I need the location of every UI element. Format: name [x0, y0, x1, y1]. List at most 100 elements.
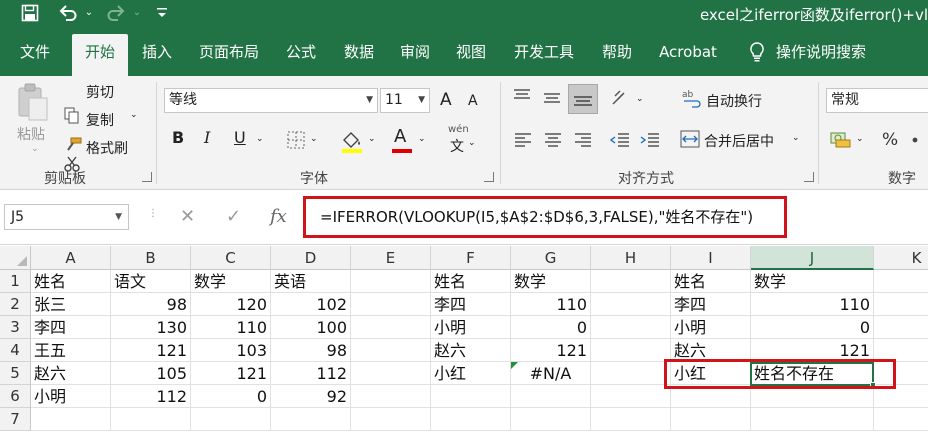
accounting-format-icon[interactable] — [830, 130, 852, 148]
align-top-icon[interactable] — [512, 88, 532, 106]
copy-button[interactable]: 复制 — [86, 110, 114, 130]
tell-me-search[interactable]: 操作说明搜索 — [776, 34, 880, 76]
save-icon[interactable] — [18, 3, 42, 23]
cell-k3[interactable] — [874, 316, 928, 339]
row-header-4[interactable]: 4 — [0, 339, 31, 362]
align-bottom-button[interactable] — [568, 84, 598, 114]
cell-b4[interactable]: 121 — [111, 339, 191, 362]
paste-dropdown-icon[interactable]: ⌄ — [31, 144, 39, 154]
cell-g5[interactable]: #N/A — [511, 362, 591, 385]
wrap-text-button[interactable]: 自动换行 — [706, 91, 762, 111]
copy-dropdown-icon[interactable]: ⌄ — [130, 110, 138, 120]
cell-j1[interactable]: 数学 — [751, 270, 874, 293]
column-header-c[interactable]: C — [191, 246, 271, 270]
tab-insert[interactable]: 插入 — [132, 34, 182, 76]
font-launcher-icon[interactable] — [484, 172, 494, 182]
align-left-icon[interactable] — [514, 132, 532, 148]
cell-k2[interactable] — [874, 293, 928, 316]
column-header-k[interactable]: K — [874, 246, 928, 270]
italic-button[interactable]: I — [204, 128, 210, 147]
font-color-dropdown-icon[interactable]: ⌄ — [418, 134, 426, 144]
cell-i1[interactable]: 姓名 — [671, 270, 751, 293]
cell-g6[interactable] — [511, 385, 591, 408]
name-box[interactable]: J5 ▼ — [4, 204, 129, 230]
column-header-e[interactable]: E — [351, 246, 431, 270]
cell-c1[interactable]: 数学 — [191, 270, 271, 293]
cell-a7[interactable] — [31, 408, 111, 431]
tab-view[interactable]: 视图 — [446, 34, 496, 76]
decrease-indent-icon[interactable] — [610, 132, 630, 148]
phonetic-button[interactable]: 文 — [450, 136, 464, 156]
cell-d3[interactable]: 100 — [271, 316, 351, 339]
tab-data[interactable]: 数据 — [334, 34, 384, 76]
worksheet-grid[interactable]: ABCDEFGHIJK 1234567 姓名 语文 数学 英语 姓名 数学 姓名 数学 张三 98… — [0, 246, 928, 438]
undo-icon[interactable] — [56, 3, 80, 23]
shrink-font-button[interactable]: A — [468, 93, 478, 109]
cell-f3[interactable]: 小明 — [431, 316, 511, 339]
enter-icon[interactable]: ✓ — [226, 206, 241, 227]
paste-button[interactable]: 粘贴 — [14, 82, 50, 143]
cell-a3[interactable]: 李四 — [31, 316, 111, 339]
cell-k1[interactable] — [874, 270, 928, 293]
undo-dropdown-icon[interactable]: ⌄ — [82, 3, 96, 23]
redo-icon[interactable] — [104, 3, 128, 23]
cell-h3[interactable] — [591, 316, 671, 339]
redo-dropdown-icon[interactable]: ⌄ — [130, 3, 144, 23]
cell-e5[interactable] — [351, 362, 431, 385]
row-header-3[interactable]: 3 — [0, 316, 31, 339]
increase-indent-icon[interactable] — [640, 132, 660, 148]
format-painter-button[interactable]: 格式刷 — [86, 138, 128, 158]
tab-file[interactable]: 文件 — [10, 34, 60, 76]
cell-f5[interactable]: 小红 — [431, 362, 511, 385]
borders-dropdown-icon[interactable]: ⌄ — [310, 134, 318, 144]
accounting-dropdown-icon[interactable]: ⌄ — [856, 134, 864, 144]
cell-e6[interactable] — [351, 385, 431, 408]
select-all-button[interactable] — [0, 246, 31, 270]
cell-f7[interactable] — [431, 408, 511, 431]
cell-c4[interactable]: 103 — [191, 339, 271, 362]
row-header-1[interactable]: 1 — [0, 270, 31, 293]
cell-j7[interactable] — [751, 408, 874, 431]
cell-c7[interactable] — [191, 408, 271, 431]
align-center-icon[interactable] — [544, 132, 562, 148]
cell-b5[interactable]: 105 — [111, 362, 191, 385]
row-header-5[interactable]: 5 — [0, 362, 31, 385]
row-header-2[interactable]: 2 — [0, 293, 31, 316]
cell-e1[interactable] — [351, 270, 431, 293]
fill-color-icon[interactable] — [340, 128, 364, 154]
cell-c6[interactable]: 0 — [191, 385, 271, 408]
cell-g7[interactable] — [511, 408, 591, 431]
cell-k7[interactable] — [874, 408, 928, 431]
cell-h1[interactable] — [591, 270, 671, 293]
borders-icon[interactable] — [286, 130, 306, 150]
cell-i7[interactable] — [671, 408, 751, 431]
cancel-icon[interactable]: ✕ — [180, 206, 195, 227]
cell-a2[interactable]: 张三 — [31, 293, 111, 316]
cell-f2[interactable]: 李四 — [431, 293, 511, 316]
formula-input[interactable]: =IFERROR(VLOOKUP(I5,$A$2:$D$6,3,FALSE),"… — [320, 206, 753, 227]
clipboard-launcher-icon[interactable] — [142, 172, 152, 182]
column-header-j[interactable]: J — [751, 246, 874, 270]
cell-a4[interactable]: 王五 — [31, 339, 111, 362]
cell-h4[interactable] — [591, 339, 671, 362]
cell-g4[interactable]: 121 — [511, 339, 591, 362]
cell-h6[interactable] — [591, 385, 671, 408]
tab-formulas[interactable]: 公式 — [276, 34, 326, 76]
cell-e7[interactable] — [351, 408, 431, 431]
orientation-icon[interactable] — [610, 88, 632, 108]
cell-a6[interactable]: 小明 — [31, 385, 111, 408]
tab-acrobat[interactable]: Acrobat — [650, 34, 726, 76]
cell-d5[interactable]: 112 — [271, 362, 351, 385]
column-header-i[interactable]: I — [671, 246, 751, 270]
cell-f6[interactable] — [431, 385, 511, 408]
cell-g3[interactable]: 0 — [511, 316, 591, 339]
cell-c3[interactable]: 110 — [191, 316, 271, 339]
alignment-launcher-icon[interactable] — [804, 172, 814, 182]
underline-button[interactable]: U — [234, 128, 246, 147]
column-header-h[interactable]: H — [591, 246, 671, 270]
tab-help[interactable]: 帮助 — [592, 34, 642, 76]
merge-center-button[interactable]: 合并后居中 — [704, 131, 774, 151]
cell-h5[interactable] — [591, 362, 671, 385]
font-color-button[interactable]: A — [392, 126, 412, 154]
cell-b7[interactable] — [111, 408, 191, 431]
